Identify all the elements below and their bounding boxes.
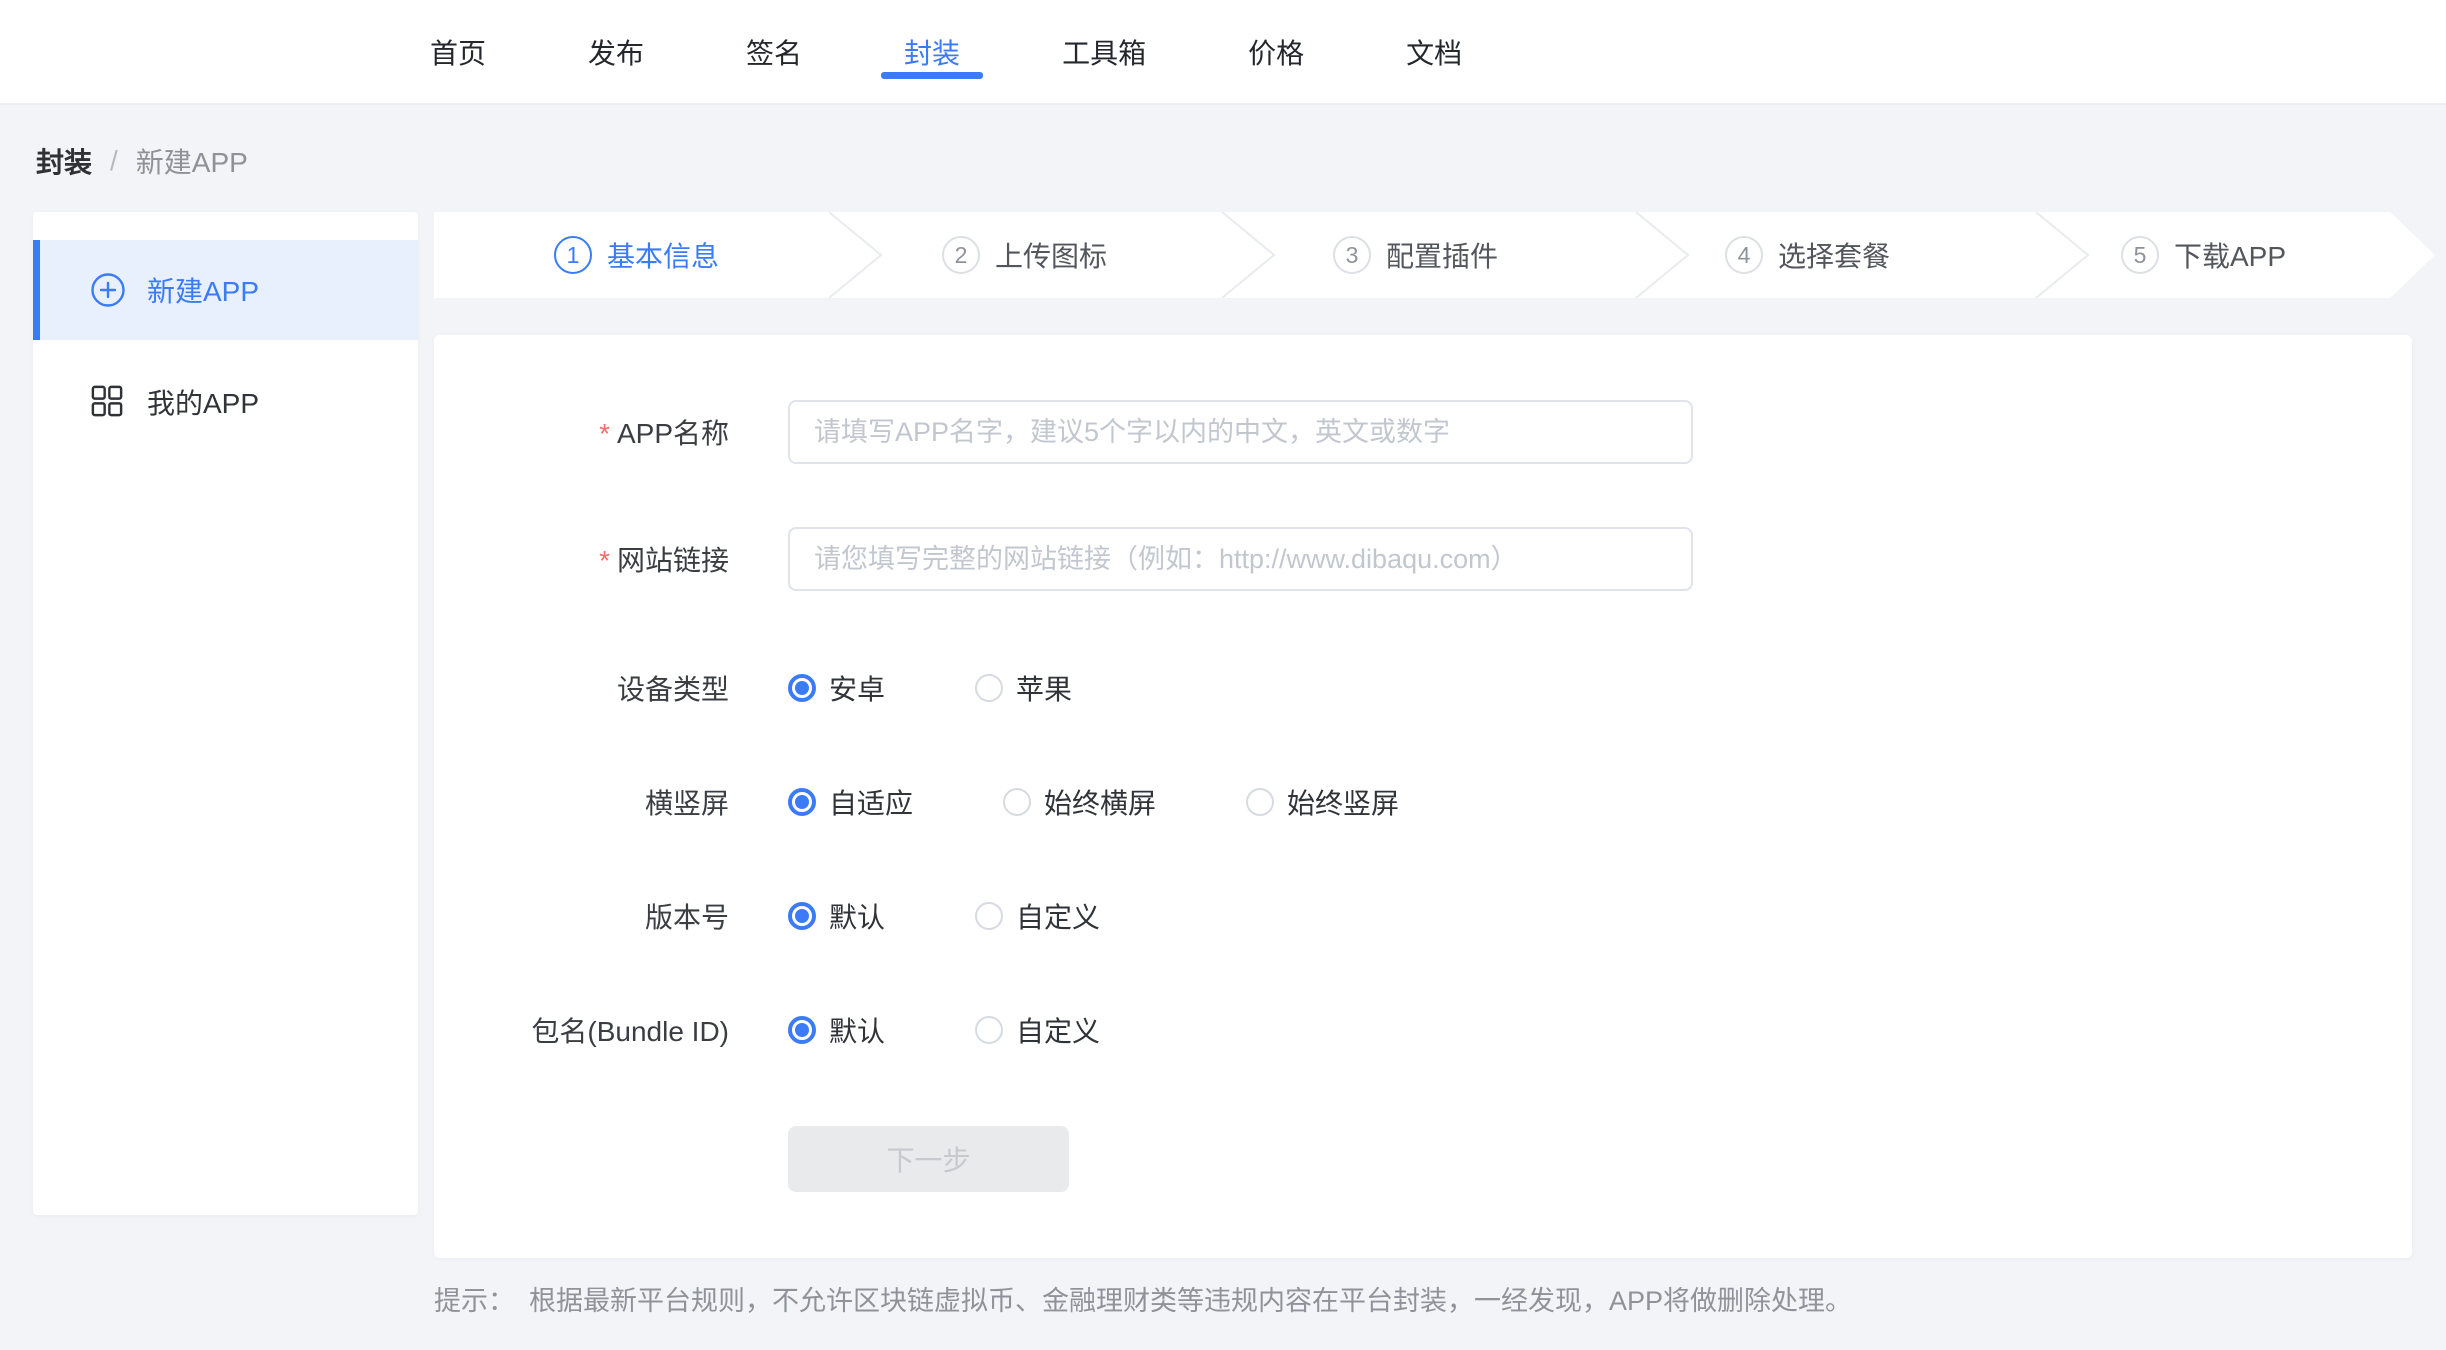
radio-unchecked-icon <box>1003 788 1031 816</box>
sidebar-item-label: 新建APP <box>147 270 259 310</box>
radio-option-ios[interactable]: 苹果 <box>975 668 1072 708</box>
form-row-site-url: *网站链接 <box>434 527 2412 591</box>
form-card: *APP名称 *网站链接 设备类型 安卓 苹果 横竖屏 自适应 始终横屏 <box>434 335 2412 1258</box>
step-label: 基本信息 <box>607 235 719 275</box>
radio-unchecked-icon <box>975 1016 1003 1044</box>
field-label: *网站链接 <box>434 539 729 579</box>
sidebar-item-my-app[interactable]: 我的APP <box>33 352 418 452</box>
radio-option-version-default[interactable]: 默认 <box>788 896 885 936</box>
app-name-input[interactable] <box>788 400 1693 464</box>
radio-checked-icon <box>788 674 816 702</box>
tip-text: 根据最新平台规则，不允许区块链虚拟币、金融理财类等违规内容在平台封装，一经发现，… <box>529 1279 1852 1318</box>
breadcrumb-separator: / <box>110 145 118 177</box>
required-asterisk: * <box>599 545 610 576</box>
nav-item-signature[interactable]: 签名 <box>746 0 802 103</box>
plus-circle-icon <box>91 273 125 307</box>
step-number: 4 <box>1725 236 1763 274</box>
form-row-device-type: 设备类型 安卓 苹果 <box>434 670 2412 706</box>
radio-option-always-landscape[interactable]: 始终横屏 <box>1003 782 1156 822</box>
form-row-actions: 下一步 <box>434 1126 2412 1192</box>
radio-checked-icon <box>788 788 816 816</box>
nav-item-home[interactable]: 首页 <box>430 0 486 103</box>
breadcrumb-section[interactable]: 封装 <box>36 141 92 181</box>
next-step-button[interactable]: 下一步 <box>788 1126 1069 1192</box>
nav-item-price[interactable]: 价格 <box>1248 0 1304 103</box>
site-url-input[interactable] <box>788 527 1693 591</box>
top-header: 首页 发布 签名 封装 工具箱 价格 文档 <box>0 0 2446 105</box>
step-upload-icon: 2 上传图标 <box>942 212 1107 298</box>
form-row-version: 版本号 默认 自定义 <box>434 898 2412 934</box>
step-configure-plugins: 3 配置插件 <box>1333 212 1498 298</box>
step-number: 5 <box>2121 236 2159 274</box>
form-row-app-name: *APP名称 <box>434 400 2412 464</box>
breadcrumb: 封装 / 新建APP <box>36 141 248 181</box>
radio-option-bundle-default[interactable]: 默认 <box>788 1010 885 1050</box>
main-nav: 首页 发布 签名 封装 工具箱 价格 文档 <box>430 0 1462 103</box>
step-label: 上传图标 <box>995 235 1107 275</box>
footer-tip: 提示： 根据最新平台规则，不允许区块链虚拟币、金融理财类等违规内容在平台封装，一… <box>434 1279 1852 1318</box>
form-row-orientation: 横竖屏 自适应 始终横屏 始终竖屏 <box>434 784 2412 820</box>
field-label: *APP名称 <box>434 412 729 452</box>
field-label: 版本号 <box>434 896 729 936</box>
radio-checked-icon <box>788 1016 816 1044</box>
required-asterisk: * <box>599 418 610 449</box>
radio-option-version-custom[interactable]: 自定义 <box>975 896 1100 936</box>
radio-checked-icon <box>788 902 816 930</box>
breadcrumb-current: 新建APP <box>136 141 248 181</box>
nav-item-docs[interactable]: 文档 <box>1406 0 1462 103</box>
steps-bar: 1 基本信息 2 上传图标 3 配置插件 4 选择套餐 5 下载APP <box>434 212 2435 298</box>
radio-option-always-portrait[interactable]: 始终竖屏 <box>1246 782 1399 822</box>
radio-unchecked-icon <box>975 674 1003 702</box>
nav-item-package[interactable]: 封装 <box>904 0 960 103</box>
step-label: 配置插件 <box>1386 235 1498 275</box>
sidebar: 新建APP 我的APP <box>33 212 418 1215</box>
radio-option-bundle-custom[interactable]: 自定义 <box>975 1010 1100 1050</box>
step-label: 选择套餐 <box>1778 235 1890 275</box>
step-number: 3 <box>1333 236 1371 274</box>
form-row-bundle-id: 包名(Bundle ID) 默认 自定义 <box>434 1012 2412 1048</box>
radio-unchecked-icon <box>1246 788 1274 816</box>
step-basic-info: 1 基本信息 <box>554 212 719 298</box>
sidebar-item-label: 我的APP <box>147 382 259 422</box>
radio-option-android[interactable]: 安卓 <box>788 668 885 708</box>
step-select-plan: 4 选择套餐 <box>1725 212 1890 298</box>
field-label: 设备类型 <box>434 668 729 708</box>
radio-unchecked-icon <box>975 902 1003 930</box>
step-download-app: 5 下载APP <box>2121 212 2286 298</box>
nav-item-toolbox[interactable]: 工具箱 <box>1062 0 1146 103</box>
field-label: 横竖屏 <box>434 782 729 822</box>
step-number: 2 <box>942 236 980 274</box>
grid-icon <box>91 385 125 419</box>
tip-label: 提示： <box>434 1279 515 1318</box>
nav-item-publish[interactable]: 发布 <box>588 0 644 103</box>
field-label: 包名(Bundle ID) <box>434 1010 729 1050</box>
sidebar-item-new-app[interactable]: 新建APP <box>33 240 418 340</box>
step-number: 1 <box>554 236 592 274</box>
radio-option-adaptive[interactable]: 自适应 <box>788 782 913 822</box>
step-label: 下载APP <box>2174 235 2286 275</box>
